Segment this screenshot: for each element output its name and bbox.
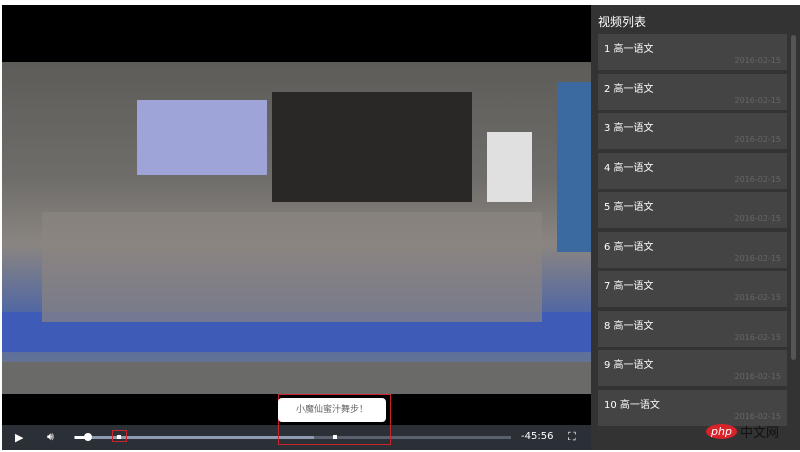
video-title: 4 高一语文 bbox=[604, 162, 654, 174]
video-list-item[interactable]: 3 高一语文 2016-02-15 bbox=[598, 113, 787, 149]
video-list-sidebar: 视频列表 1 高一语文 2016-02-15 2 高一语文 2016-02-15 3 高… bbox=[591, 5, 800, 450]
watermark-text: 中文网 bbox=[739, 426, 779, 441]
video-date: 2016-02-15 bbox=[734, 411, 782, 421]
video-title: 10 高一语文 bbox=[604, 399, 660, 411]
video-player[interactable]: ▶ 🔊︎ -45:56 ⛶ bbox=[2, 5, 591, 450]
video-list-item[interactable]: 8 高一语文 2016-02-15 bbox=[598, 310, 787, 347]
time-remaining: -45:56 bbox=[521, 431, 554, 442]
video-date: 2016-02-15 bbox=[734, 253, 782, 263]
video-list-item[interactable]: 9 高一语文 2016-02-15 bbox=[598, 350, 787, 386]
video-title: 6 高一语文 bbox=[604, 241, 654, 253]
play-icon[interactable]: ▶ bbox=[15, 431, 23, 444]
video-list-item[interactable]: 4 高一语文 2016-02-15 bbox=[598, 152, 787, 189]
watermark: php 中文网 bbox=[706, 422, 779, 441]
video-title: 9 高一语文 bbox=[604, 360, 654, 371]
video-title: 7 高一语文 bbox=[604, 281, 654, 292]
video-title: 8 高一语文 bbox=[604, 320, 654, 332]
volume-slider-handle[interactable] bbox=[84, 433, 92, 441]
video-title: 5 高一语文 bbox=[604, 202, 654, 213]
php-logo: php bbox=[706, 424, 737, 439]
sidebar-title: 视频列表 bbox=[598, 15, 647, 29]
highlight-box bbox=[112, 430, 127, 442]
video-date: 2016-02-15 bbox=[734, 332, 782, 342]
video-frame[interactable] bbox=[2, 62, 591, 394]
video-date: 2016-02-15 bbox=[734, 372, 782, 381]
video-list-item[interactable]: 2 高一语文 2016-02-15 bbox=[598, 73, 787, 110]
video-date: 2016-02-15 bbox=[734, 174, 782, 184]
video-list-item[interactable]: 10 高一语文 2016-02-15 bbox=[598, 389, 787, 426]
video-list-item[interactable]: 5 高一语文 2016-02-15 bbox=[598, 192, 787, 228]
fullscreen-icon[interactable]: ⛶ bbox=[568, 430, 576, 444]
video-date: 2016-02-15 bbox=[734, 214, 782, 223]
video-date: 2016-02-15 bbox=[734, 95, 782, 105]
video-title: 3 高一语文 bbox=[604, 123, 654, 134]
video-date: 2016-02-15 bbox=[734, 293, 782, 302]
video-date: 2016-02-15 bbox=[734, 56, 782, 65]
cue-tooltip: 小魔仙蜜汁舞步！ bbox=[278, 398, 386, 422]
scrollbar[interactable] bbox=[791, 35, 796, 360]
video-list-item[interactable]: 1 高一语文 2016-02-15 bbox=[598, 34, 787, 70]
video-title: 1 高一语文 bbox=[604, 44, 654, 55]
video-list-item[interactable]: 6 高一语文 2016-02-15 bbox=[598, 231, 787, 268]
video-title: 2 高一语文 bbox=[604, 83, 654, 95]
video-date: 2016-02-15 bbox=[734, 135, 782, 144]
video-list-item[interactable]: 7 高一语文 2016-02-15 bbox=[598, 271, 787, 307]
volume-icon[interactable]: 🔊︎ bbox=[47, 430, 54, 444]
